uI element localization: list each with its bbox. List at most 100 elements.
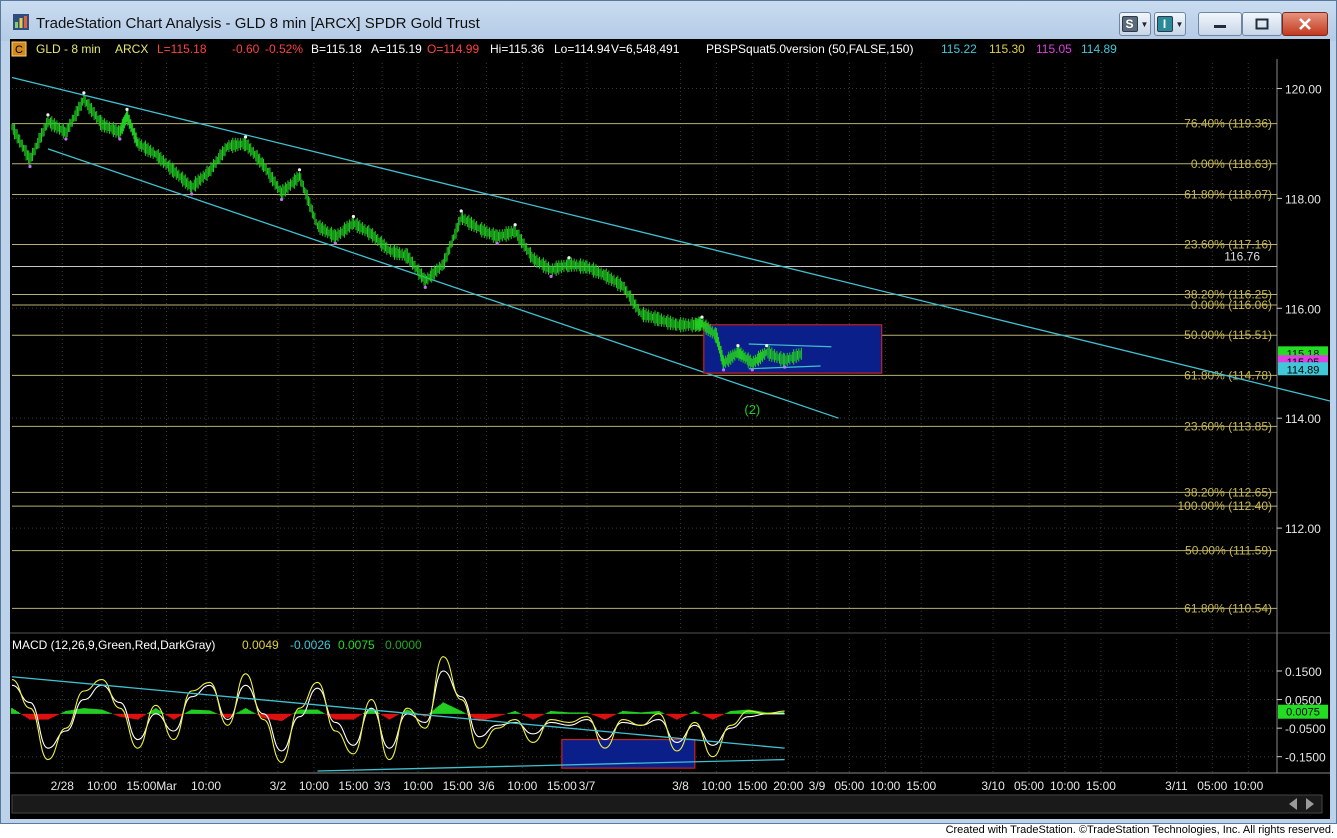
tradestation-logo-icon bbox=[13, 14, 29, 30]
time-axis-label: 10:00 bbox=[299, 779, 329, 793]
time-axis-label: 3/11 bbox=[1165, 779, 1188, 793]
header-low: Lo=114.94 bbox=[554, 42, 610, 56]
chevron-down-icon: ▼ bbox=[1175, 19, 1184, 29]
header-ask: A=115.19 bbox=[371, 42, 422, 56]
time-axis-label: 3/10 bbox=[981, 779, 1005, 793]
swing-low-marker bbox=[423, 285, 427, 289]
header-bid: B=115.18 bbox=[311, 42, 362, 56]
fib-level-label: 0.00% (116.06) bbox=[1191, 298, 1272, 312]
header-volume: V=6,548,491 bbox=[611, 42, 680, 56]
time-axis-label: 05:00 bbox=[834, 779, 864, 793]
fib-level-label: 61.80% (118.07) bbox=[1184, 188, 1272, 202]
time-axis-label: 15:00 bbox=[443, 779, 473, 793]
swing-low-marker bbox=[118, 137, 122, 141]
time-axis-label: 10:00 bbox=[403, 779, 433, 793]
time-axis-label: 3/9 bbox=[809, 779, 826, 793]
price-bars bbox=[11, 95, 802, 370]
indicator-icon: I bbox=[1156, 16, 1173, 32]
swing-low-marker bbox=[28, 164, 32, 169]
time-axis-label: 15:00 bbox=[737, 779, 767, 793]
close-button[interactable] bbox=[1282, 12, 1328, 36]
header-study-value: 115.30 bbox=[989, 42, 1025, 56]
horizontal-scrollbar[interactable] bbox=[11, 794, 1323, 814]
header-study: PBSPSquat5.0version (50,FALSE,150) bbox=[706, 42, 913, 56]
time-axis-label: 10:00 bbox=[701, 779, 731, 793]
chart-canvas[interactable]: 76.40% (119.36) 0.00% (118.63) 61.80% (118… bbox=[10, 39, 1330, 819]
swing-low-marker bbox=[721, 368, 726, 372]
chevron-down-icon: ▼ bbox=[1140, 19, 1149, 29]
swing-high-marker bbox=[243, 135, 248, 139]
time-axis-label: 15:00 bbox=[906, 779, 936, 793]
swing-high-marker bbox=[297, 168, 302, 172]
macd-value: -0.0026 bbox=[290, 638, 331, 652]
macd-value: 0.0049 bbox=[242, 638, 279, 652]
horizontal-line-label: 116.76 bbox=[1224, 250, 1260, 264]
swing-high-marker bbox=[125, 107, 129, 111]
indicators-menu-button[interactable]: I ▼ bbox=[1154, 12, 1186, 36]
macd-last-marker-text: 0.0075 bbox=[1286, 707, 1320, 719]
minimize-button[interactable] bbox=[1198, 12, 1242, 36]
header-symbol: GLD - 8 min bbox=[36, 42, 101, 56]
swing-high-marker bbox=[82, 91, 86, 95]
fib-level-label: 76.40% (119.36) bbox=[1184, 117, 1272, 131]
swing-high-marker bbox=[700, 315, 704, 319]
footer: Created with TradeStation. ©TradeStation… bbox=[0, 824, 1337, 838]
macd-trendline-lower bbox=[317, 758, 785, 772]
scrollbar-track bbox=[11, 794, 1323, 814]
price-marker-text: 114.89 bbox=[1287, 364, 1320, 376]
header-high: Hi=115.36 bbox=[490, 42, 544, 56]
time-axis-label: 3/8 bbox=[672, 779, 689, 793]
header-study-value: 115.05 bbox=[1036, 42, 1072, 56]
header-change-pct: -0.52% bbox=[265, 42, 303, 56]
swing-high-marker bbox=[736, 344, 740, 348]
macd-value: 0.0075 bbox=[338, 638, 375, 652]
time-axis-label: 15:00 bbox=[1086, 779, 1116, 793]
swing-low-marker bbox=[783, 365, 787, 369]
time-axis-label: 3/2 bbox=[270, 779, 287, 793]
channel-upper-line bbox=[11, 76, 1330, 402]
time-axis-label: 10:00 bbox=[191, 779, 221, 793]
swing-low-marker bbox=[549, 274, 553, 279]
app-window: TradeStation Chart Analysis - GLD 8 min … bbox=[0, 0, 1337, 824]
fib-level-label: 50.00% (115.51) bbox=[1184, 328, 1272, 342]
macd-axis-label: 0.1500 bbox=[1285, 665, 1322, 679]
price-axis-label: 120.00 bbox=[1285, 82, 1322, 96]
fib-level-label: 50.00% (111.59) bbox=[1185, 544, 1272, 558]
time-axis-label: 10:00 bbox=[1233, 779, 1263, 793]
time-axis-label: 15:00 bbox=[547, 779, 577, 793]
macd-title: MACD (12,26,9,Green,Red,DarkGray) bbox=[12, 638, 215, 652]
macd-value: 0.0000 bbox=[385, 638, 422, 652]
price-axis-label: 116.00 bbox=[1285, 302, 1321, 316]
header-study-value: 114.89 bbox=[1081, 42, 1117, 56]
header-exchange: ARCX bbox=[115, 42, 148, 56]
time-axis-label: 10:00 bbox=[507, 779, 537, 793]
time-axis-label: 15:00 bbox=[338, 779, 368, 793]
styles-menu-button[interactable]: S ▼ bbox=[1119, 12, 1151, 36]
chart-area[interactable]: 76.40% (119.36) 0.00% (118.63) 61.80% (118… bbox=[10, 39, 1330, 819]
styles-icon: S bbox=[1121, 16, 1138, 32]
header-change: -0.60 bbox=[232, 42, 260, 56]
swing-low-marker bbox=[190, 192, 194, 196]
copyright-text: Created with TradeStation. ©TradeStation… bbox=[945, 824, 1334, 836]
chart-type-badge-text: C bbox=[15, 44, 23, 56]
time-axis-label: 20:00 bbox=[773, 779, 803, 793]
swing-low-marker bbox=[64, 137, 68, 141]
time-axis-label: 10:00 bbox=[1050, 779, 1080, 793]
time-axis-label: 3/7 bbox=[579, 779, 596, 793]
fib-level-label: 38.20% (112.65) bbox=[1184, 485, 1272, 499]
minimize-icon bbox=[1214, 25, 1226, 28]
window-title: TradeStation Chart Analysis - GLD 8 min … bbox=[36, 15, 480, 32]
header-study-value: 115.22 bbox=[941, 42, 977, 56]
maximize-button[interactable] bbox=[1242, 12, 1282, 36]
time-axis-label: 15:00 bbox=[126, 779, 156, 793]
swing-high-marker bbox=[513, 223, 517, 227]
close-icon bbox=[1299, 18, 1311, 30]
fib-level-label: 100.00% (112.40) bbox=[1177, 499, 1272, 513]
price-axis-label: 114.00 bbox=[1285, 412, 1321, 426]
swing-high-marker bbox=[765, 344, 769, 348]
swing-low-marker bbox=[495, 241, 499, 246]
time-axis-label: 10:00 bbox=[87, 779, 117, 793]
wave-label: (2) bbox=[744, 402, 760, 417]
fib-level-label: 23.60% (113.85) bbox=[1184, 419, 1272, 433]
header-last: L=115.18 bbox=[157, 42, 207, 56]
